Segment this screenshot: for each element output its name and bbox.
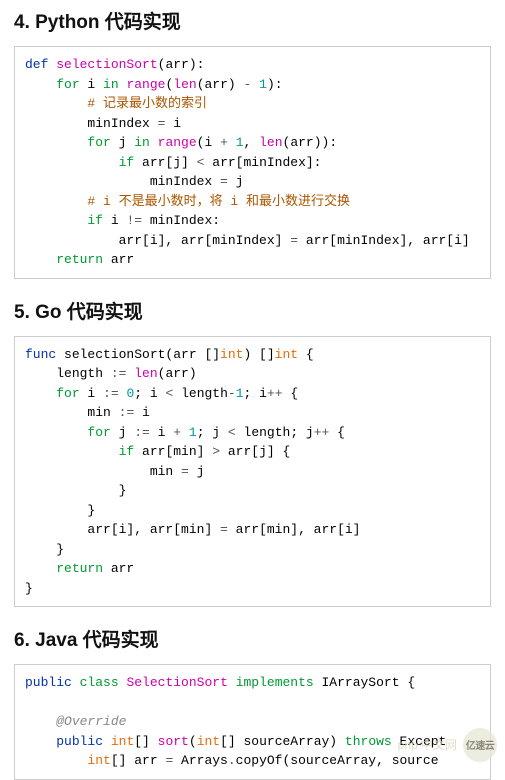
section-heading-go: 5. Go 代码实现 (14, 297, 491, 324)
watermark-logo-icon: 亿速云 (463, 728, 497, 762)
watermark: php 中文网 亿速云 (398, 728, 497, 762)
section-heading-python: 4. Python 代码实现 (14, 7, 491, 34)
watermark-text-left: php 中文网 (398, 736, 457, 753)
code-block-go: func selectionSort(arr []int) []int { le… (14, 336, 491, 608)
section-heading-java: 6. Java 代码实现 (14, 625, 491, 652)
code-block-python: def selectionSort(arr): for i in range(l… (14, 46, 491, 279)
code-block-java: public class SelectionSort implements IA… (14, 664, 491, 780)
